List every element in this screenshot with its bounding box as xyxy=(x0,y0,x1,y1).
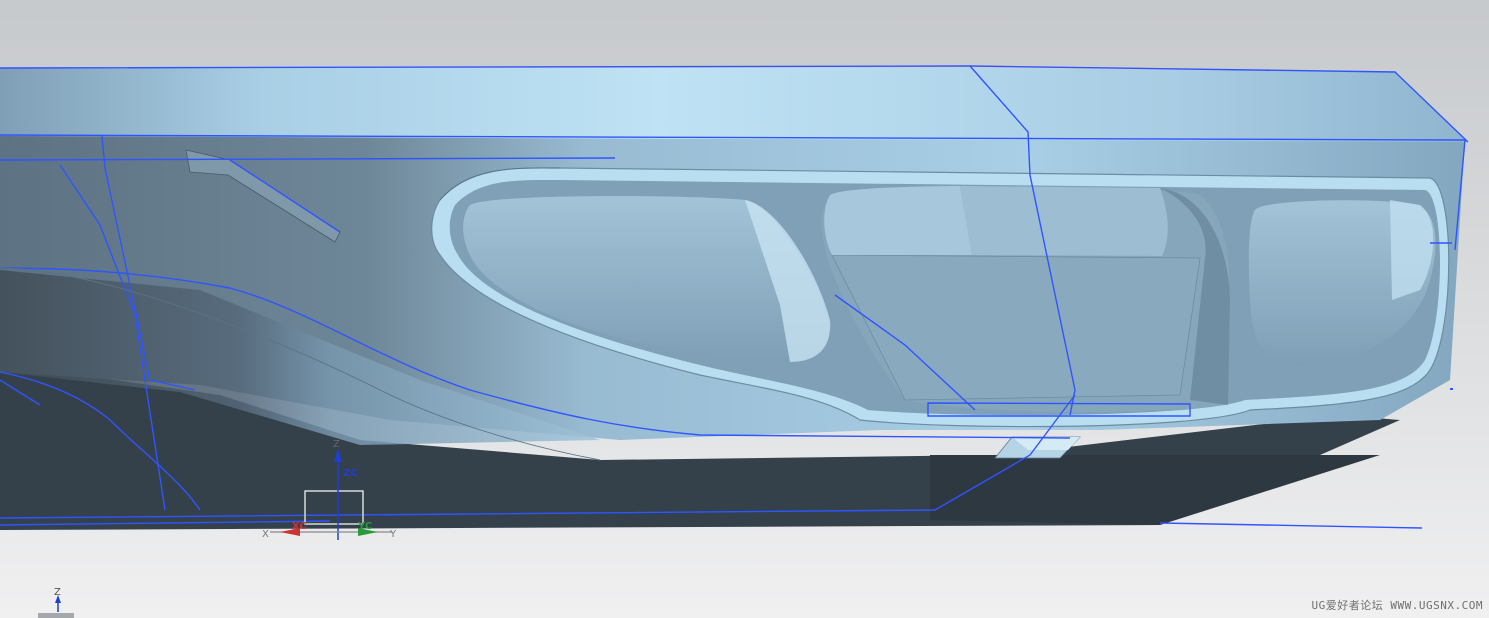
forum-watermark: UG爱好者论坛 WWW.UGSNX.COM xyxy=(1311,599,1483,612)
bumper-top-face xyxy=(0,68,1468,142)
cad-graphics-window[interactable]: Z ZC XC YC X Y Z UG爱好者论坛 WWW.UGSNX.COM xyxy=(0,0,1489,618)
bumper-model-render[interactable] xyxy=(0,0,1489,618)
